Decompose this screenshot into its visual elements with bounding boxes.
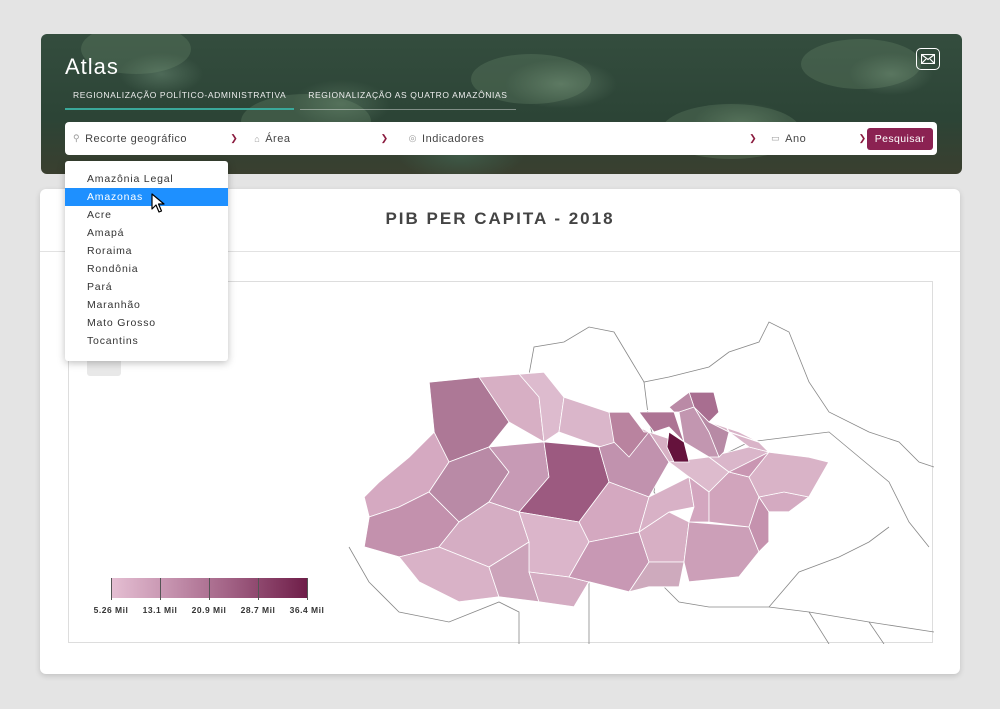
mail-button[interactable] [916, 48, 940, 70]
tab-politico-administrativa[interactable]: REGIONALIZAÇÃO POLÍTICO-ADMINISTRATIVA [65, 88, 295, 110]
dropdown-item-para[interactable]: Pará [65, 278, 228, 296]
tab-bar: REGIONALIZAÇÃO POLÍTICO-ADMINISTRATIVA R… [65, 88, 522, 110]
leaf-decor [801, 39, 921, 89]
year-select-label: Ano [785, 132, 807, 145]
legend-label: 13.1 Mil [142, 605, 178, 615]
dropdown-item-roraima[interactable]: Roraima [65, 242, 228, 260]
year-select[interactable]: ▭ Ano ❯ [771, 133, 867, 145]
legend-tick [111, 578, 112, 600]
area-select[interactable]: ⌂ Área ❯ [254, 133, 388, 145]
dropdown-item-rondonia[interactable]: Rondônia [65, 260, 228, 278]
legend-tick [258, 578, 259, 600]
filter-bar: ⚲ Recorte geográfico ❯ ⌂ Área ❯ ◎ Indica… [65, 122, 937, 155]
legend-tick [160, 578, 161, 600]
legend-label: 36.4 Mil [289, 605, 325, 615]
dropdown-item-maranhao[interactable]: Maranhão [65, 296, 228, 314]
mail-icon [921, 54, 935, 64]
dropdown-item-acre[interactable]: Acre [65, 206, 228, 224]
indicators-select-label: Indicadores [422, 132, 485, 145]
legend-label: 20.9 Mil [191, 605, 227, 615]
chevron-down-icon: ❯ [749, 133, 758, 143]
search-button[interactable]: Pesquisar [866, 127, 933, 150]
geo-select-label: Recorte geográfico [85, 132, 188, 145]
chevron-down-icon: ❯ [858, 133, 867, 143]
geo-select[interactable]: ⚲ Recorte geográfico ❯ [73, 133, 238, 145]
calendar-icon: ▭ [771, 133, 781, 143]
dropdown-item-tocantins[interactable]: Tocantins [65, 332, 228, 350]
dropdown-item-mato-grosso[interactable]: Mato Grosso [65, 314, 228, 332]
legend-tick [209, 578, 210, 600]
legend-label: 5.26 Mil [93, 605, 129, 615]
map-pin-icon: ⚲ [73, 133, 81, 143]
chevron-down-icon: ❯ [380, 133, 389, 143]
tab-quatro-amazonias[interactable]: REGIONALIZAÇÃO AS QUATRO AMAZÔNIAS [300, 88, 516, 110]
dropdown-item-amapa[interactable]: Amapá [65, 224, 228, 242]
building-icon: ⌂ [254, 133, 261, 144]
mouse-cursor-icon [151, 193, 165, 213]
dropdown-item-amazonia-legal[interactable]: Amazônia Legal [65, 170, 228, 188]
legend-label: 28.7 Mil [240, 605, 276, 615]
dropdown-item-amazonas[interactable]: Amazonas [65, 188, 228, 206]
header-banner: Atlas REGIONALIZAÇÃO POLÍTICO-ADMINISTRA… [41, 34, 962, 174]
chevron-down-icon: ❯ [230, 133, 239, 143]
geo-dropdown-menu: Amazônia Legal Amazonas Acre Amapá Rorai… [65, 161, 228, 361]
legend-tick [307, 578, 308, 600]
target-icon: ◎ [408, 133, 418, 143]
app-title: Atlas [65, 54, 119, 79]
indicators-select[interactable]: ◎ Indicadores ❯ [409, 133, 757, 145]
area-select-label: Área [265, 132, 291, 145]
